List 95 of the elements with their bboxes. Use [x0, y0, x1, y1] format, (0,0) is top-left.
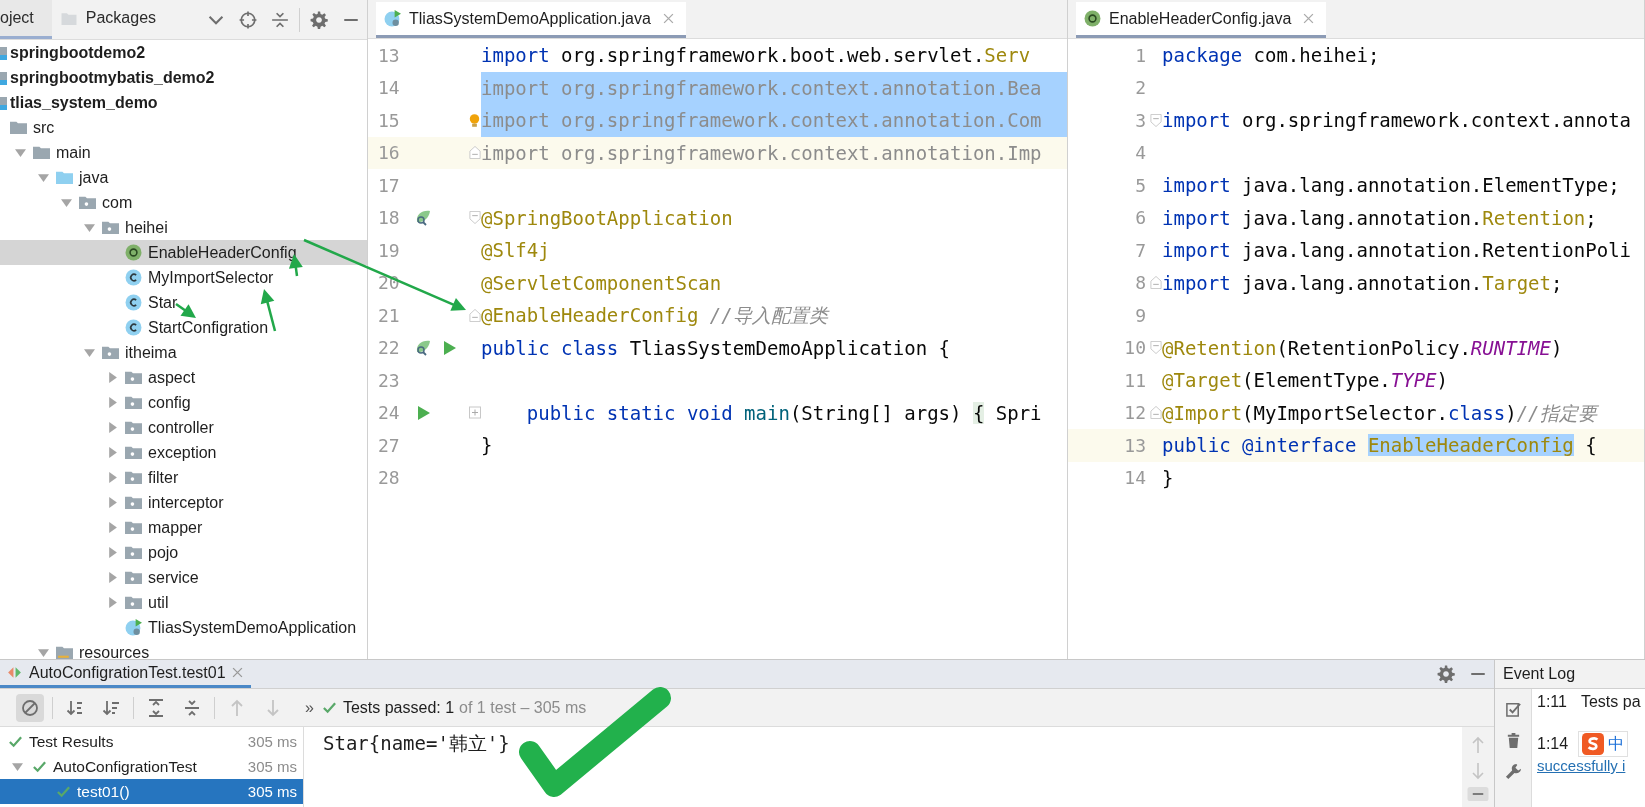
panel-title: Event Log [1503, 665, 1576, 683]
line-number: 11 [1123, 369, 1146, 391]
tree-item-label[interactable]: MyImportSelector [148, 268, 274, 287]
log-time: 1:11 [1537, 693, 1567, 711]
code-line: @ServletComponentScan [481, 270, 723, 296]
tree-item-label[interactable]: main [56, 143, 91, 162]
code-line: import org.springframework.context.annotation.Imp [481, 140, 1043, 166]
line-number: 15 [377, 109, 401, 131]
log-link[interactable]: successfully i [1537, 757, 1641, 774]
line-number: 2 [1134, 77, 1146, 99]
tree-item-label[interactable]: src [33, 118, 55, 137]
line-number: 6 [1134, 207, 1146, 229]
tree-item-label[interactable]: springbootdemo2 [10, 43, 146, 62]
code-line: import java.lang.annotation.ElementType; [1162, 173, 1621, 198]
line-number: 27 [377, 434, 401, 456]
line-number: 9 [1134, 304, 1146, 326]
console-output: Star{name='韩立'} [323, 732, 510, 754]
tree-item-label[interactable]: java [79, 168, 109, 187]
tree-item-label[interactable]: heihei [125, 218, 168, 237]
tree-item-label[interactable]: pojo [148, 543, 179, 562]
code-line: import java.lang.annotation.Retention; [1162, 205, 1598, 231]
tree-item-label[interactable]: resources [79, 643, 150, 659]
line-number: 10 [1123, 337, 1146, 359]
tree-item-label[interactable]: itheima [125, 343, 177, 362]
code-line: import org.springframework.boot.web.servlet.Serv [481, 43, 1032, 68]
line-number: 14 [377, 77, 401, 99]
code-line: public @interface EnableHeaderConfig { [1162, 433, 1598, 458]
editor-tab[interactable]: EnableHeaderConfig.java [1076, 2, 1327, 38]
code-line: @Import(MyImportSelector.class)//指定要 [1162, 400, 1600, 426]
editor-tab[interactable]: TliasSystemDemoApplication.java [376, 2, 686, 38]
panel-tab[interactable]: Packages [51, 0, 175, 39]
line-number: 13 [1123, 434, 1146, 456]
line-number: 1 [1134, 44, 1146, 66]
log-time: 1:14 [1537, 735, 1569, 753]
panel-tab[interactable]: oject [0, 0, 52, 39]
more-tools-button[interactable]: » [305, 698, 314, 717]
code-line: package com.heihei; [1162, 43, 1381, 68]
tree-item-label[interactable]: com [102, 193, 133, 212]
line-number: 7 [1134, 239, 1146, 261]
code-line: @EnableHeaderConfig //导入配置类 [481, 303, 831, 328]
tree-item-label[interactable]: util [148, 593, 169, 612]
line-number: 16 [377, 142, 401, 164]
line-number: 22 [377, 337, 401, 359]
code-line: import org.springframework.context.annota [1162, 108, 1632, 133]
line-number: 12 [1123, 402, 1146, 424]
test-duration: 305 ms [247, 783, 297, 800]
test-duration: 305 ms [247, 758, 297, 775]
line-number: 28 [377, 467, 401, 489]
code-line: public class TliasSystemDemoApplication { [481, 335, 951, 361]
line-number: 21 [377, 304, 401, 326]
line-number: 17 [377, 174, 401, 196]
input-mode-label: 中 [1608, 733, 1625, 755]
code-line: @SpringBootApplication [481, 205, 734, 231]
tree-item-label[interactable]: exception [148, 443, 217, 462]
tree-item-label[interactable]: Star [148, 293, 178, 312]
tree-item-label[interactable]: tlias_system_demo [10, 93, 158, 112]
test-name[interactable]: Test Results [29, 732, 248, 751]
code-line: } [1162, 465, 1175, 491]
code-line: import java.lang.annotation.Target; [1162, 270, 1564, 296]
tree-item-label[interactable]: controller [148, 418, 214, 437]
code-line: @Retention(RetentionPolicy.RUNTIME) [1162, 335, 1564, 361]
test-name[interactable]: test01() [77, 782, 248, 801]
line-number: 8 [1134, 272, 1146, 294]
line-number: 19 [377, 239, 401, 261]
selected-test-row[interactable]: test01() 305 ms [0, 779, 303, 804]
tree-item-label[interactable]: filter [148, 468, 179, 487]
status-text: Tests passed: 1 [342, 698, 455, 717]
test-duration: 305 ms [247, 733, 297, 750]
tree-item-label[interactable]: mapper [148, 518, 203, 537]
code-line: import java.lang.annotation.RetentionPoli [1162, 238, 1632, 263]
selected-tree-row[interactable]: EnableHeaderConfig [0, 240, 367, 265]
code-line: public static void main(String[] args) { Spri [525, 400, 1043, 426]
tree-item-label[interactable]: TliasSystemDemoApplication [148, 618, 357, 637]
log-message: Tests pa [1580, 693, 1641, 711]
tree-item-label[interactable]: aspect [148, 368, 196, 387]
code-line: @Slf4j [481, 238, 551, 263]
status-detail: of 1 test – 305 ms [459, 698, 587, 717]
line-number: 24 [377, 402, 401, 424]
tree-item-label[interactable]: EnableHeaderConfig [148, 243, 297, 262]
tree-item-label[interactable]: springbootmybatis_demo2 [10, 68, 215, 87]
tree-item-label[interactable]: StartConfigration [148, 318, 269, 337]
line-number: 3 [1134, 109, 1146, 131]
tree-item-label[interactable]: service [148, 568, 199, 587]
line-number: 5 [1134, 174, 1146, 196]
line-number: 23 [377, 369, 401, 391]
code-line: @Target(ElementType.TYPE) [1162, 368, 1449, 393]
tree-item-label[interactable]: config [148, 393, 191, 412]
test-name[interactable]: AutoConfigrationTest [53, 757, 248, 776]
tree-item-label[interactable]: interceptor [148, 493, 224, 512]
line-number: 13 [377, 44, 401, 66]
line-number: 18 [377, 207, 401, 229]
line-number: 14 [1123, 467, 1146, 489]
line-number: 4 [1134, 142, 1146, 164]
input-method-indicator[interactable]: 中 [1578, 731, 1629, 757]
code-line: } [481, 433, 494, 458]
